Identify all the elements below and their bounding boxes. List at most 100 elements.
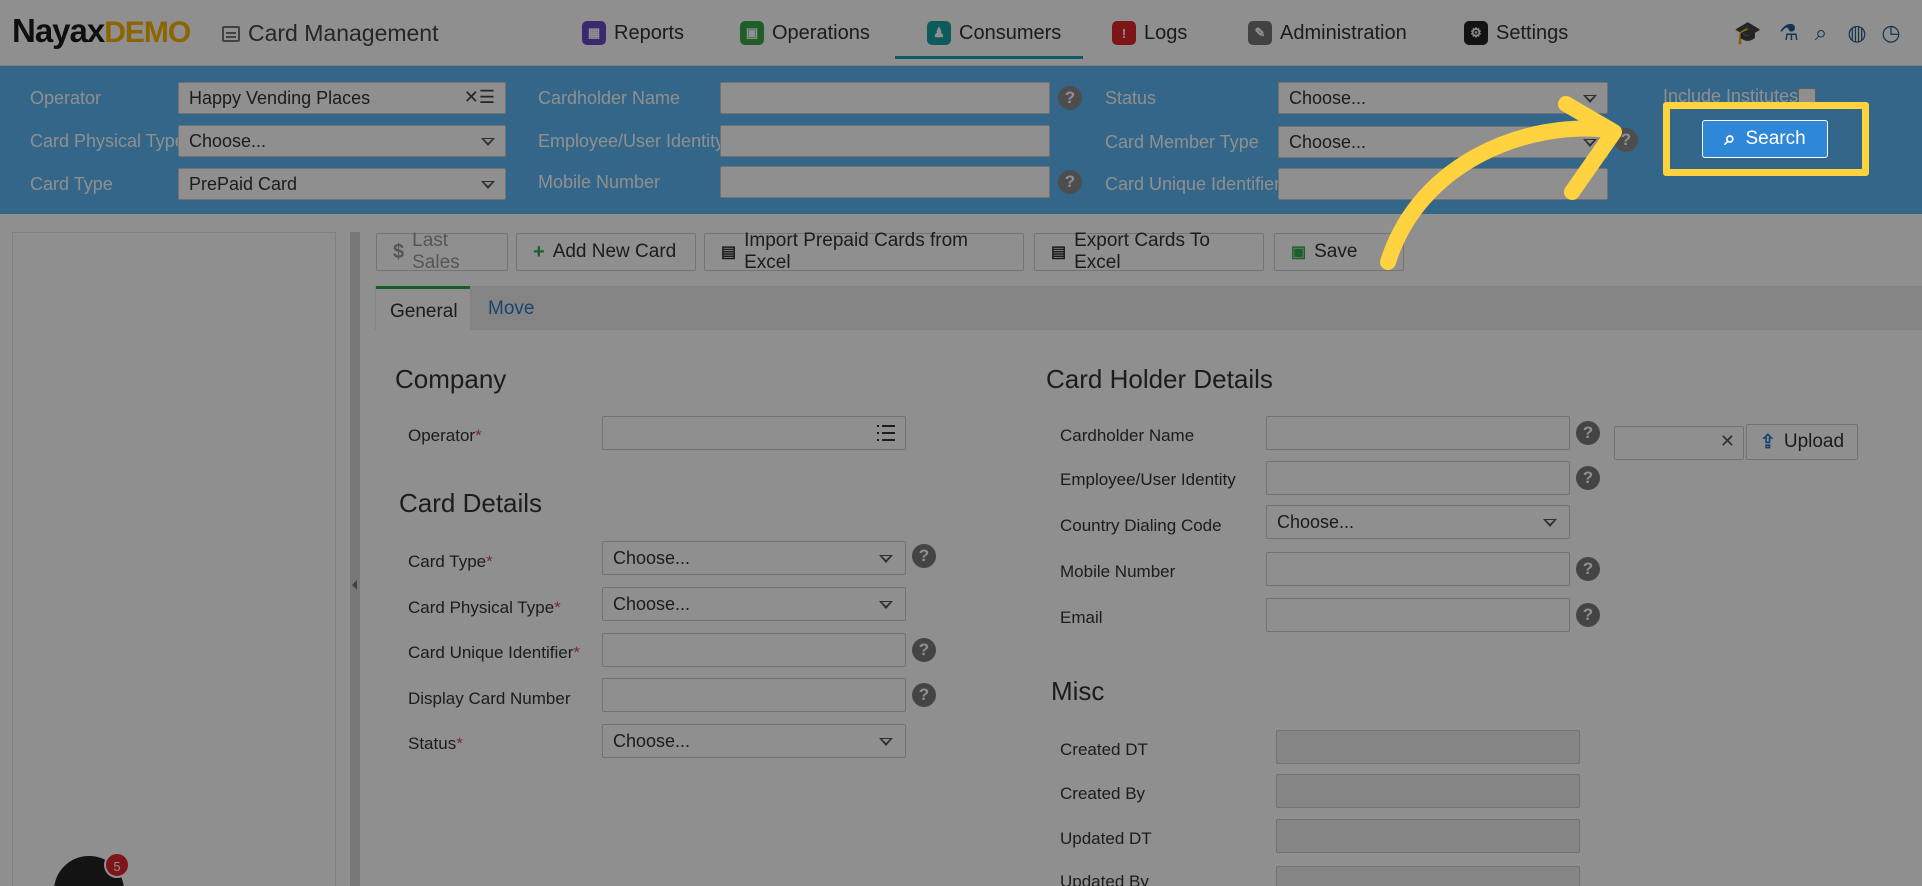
- mobile-number-input[interactable]: [1266, 552, 1570, 586]
- consumers-icon: ♟: [927, 21, 951, 45]
- filter-card-member-type-select[interactable]: Choose...: [1278, 126, 1608, 158]
- clear-icon[interactable]: ✕: [1720, 431, 1735, 452]
- help-icon[interactable]: ?: [912, 638, 936, 662]
- employee-identity-label: Employee/User Identity: [1060, 470, 1236, 489]
- filter-operator-value: Happy Vending Places: [189, 88, 371, 108]
- logs-icon: !: [1112, 21, 1136, 45]
- tabs-bar: [375, 286, 1922, 330]
- employee-identity-input[interactable]: [1266, 461, 1570, 495]
- add-new-card-button[interactable]: + Add New Card: [516, 233, 696, 271]
- globe-icon[interactable]: ◍: [1844, 20, 1870, 46]
- card-management-icon: [222, 25, 240, 42]
- help-icon[interactable]: ?: [1576, 421, 1600, 445]
- nav-logs-label: Logs: [1144, 21, 1188, 44]
- chevron-down-icon: [879, 738, 893, 746]
- flask-icon[interactable]: ⚗: [1776, 20, 1802, 46]
- tab-general[interactable]: General: [376, 286, 470, 330]
- nav-operations[interactable]: ▣ Operations: [740, 18, 870, 48]
- nav-administration[interactable]: ✎ Administration: [1248, 18, 1407, 48]
- filter-mobile-number-label: Mobile Number: [538, 172, 661, 192]
- notification-badge: 5: [104, 852, 130, 878]
- chevron-down-icon: [879, 601, 893, 609]
- company-operator-input[interactable]: [602, 416, 906, 450]
- status-label: Status*: [408, 734, 463, 753]
- card-type-select[interactable]: Choose...: [602, 541, 906, 575]
- card-physical-type-value: Choose...: [613, 594, 691, 614]
- company-operator-label: Operator*: [408, 426, 482, 445]
- top-navbar: NayaxDEMO Card Management ▦ Reports ▣ Op…: [0, 0, 1922, 66]
- created-dt-field: [1276, 730, 1580, 764]
- help-icon[interactable]: ?: [1058, 170, 1082, 194]
- filter-card-type-label: Card Type: [30, 174, 113, 194]
- cardholder-name-label: Cardholder Name: [1060, 426, 1195, 445]
- upload-button[interactable]: ⇪ Upload: [1746, 424, 1858, 460]
- nav-operations-label: Operations: [772, 21, 870, 44]
- filter-operator-input[interactable]: Happy Vending Places ✕☰: [178, 82, 506, 114]
- filter-employee-identity-input[interactable]: [720, 125, 1050, 157]
- last-sales-label: Last Sales: [412, 230, 460, 273]
- panel-splitter[interactable]: [350, 232, 360, 886]
- card-physical-type-select[interactable]: Choose...: [602, 587, 906, 621]
- help-icon[interactable]: ?: [1576, 557, 1600, 581]
- help-icon[interactable]: ?: [912, 544, 936, 568]
- nav-consumers[interactable]: ♟ Consumers: [927, 18, 1061, 48]
- filter-status-label: Status: [1105, 88, 1157, 108]
- filter-card-type-select[interactable]: PrePaid Card: [178, 168, 506, 200]
- email-input[interactable]: [1266, 598, 1570, 632]
- status-value: Choose...: [613, 731, 691, 751]
- mobile-number-label: Mobile Number: [1060, 562, 1176, 581]
- nayax-logo[interactable]: NayaxDEMO: [12, 12, 191, 50]
- last-sales-button[interactable]: $ Last Sales: [376, 230, 508, 273]
- graduation-cap-icon[interactable]: 🎓: [1728, 20, 1768, 46]
- help-icon[interactable]: ?: [912, 683, 936, 707]
- save-button[interactable]: ▣ Save: [1274, 233, 1404, 271]
- clear-list-icon[interactable]: ✕☰: [464, 87, 495, 108]
- card-type-label: Card Type*: [408, 552, 493, 571]
- upload-icon: ⇪: [1759, 431, 1776, 453]
- filter-mobile-number-input[interactable]: [720, 166, 1050, 198]
- filter-card-unique-identifier-label: Card Unique Identifier: [1105, 174, 1281, 194]
- help-icon[interactable]: ?: [1614, 128, 1638, 152]
- save-label: Save: [1314, 241, 1358, 262]
- updated-dt-field: [1276, 819, 1580, 853]
- import-prepaid-cards-button[interactable]: ▤ Import Prepaid Cards from Excel: [704, 230, 1024, 273]
- export-cards-label: Export Cards To Excel: [1074, 230, 1211, 273]
- misc-section-title: Misc: [1051, 676, 1105, 706]
- card-unique-identifier-input[interactable]: [602, 633, 906, 667]
- help-icon[interactable]: ?: [1058, 86, 1082, 110]
- photo-file-input[interactable]: ✕: [1614, 426, 1744, 460]
- search-icon[interactable]: ⌕: [1808, 20, 1834, 46]
- filter-cardholder-name-label: Cardholder Name: [538, 88, 681, 108]
- list-icon[interactable]: [877, 425, 895, 441]
- help-icon[interactable]: ?: [1576, 603, 1600, 627]
- tab-move-label: Move: [488, 298, 535, 319]
- display-card-number-input[interactable]: [602, 678, 906, 712]
- nav-reports-label: Reports: [614, 21, 685, 44]
- updated-by-field: [1276, 866, 1580, 886]
- country-dialing-code-select[interactable]: Choose...: [1266, 505, 1570, 539]
- filter-card-member-type-label: Card Member Type: [1105, 132, 1259, 152]
- operations-icon: ▣: [740, 21, 764, 45]
- filter-card-physical-type-select[interactable]: Choose...: [178, 125, 506, 157]
- plus-icon: +: [533, 240, 545, 263]
- nav-settings[interactable]: ⚙ Settings: [1464, 18, 1568, 48]
- clock-icon[interactable]: ◷: [1878, 20, 1904, 46]
- filter-card-unique-identifier-input[interactable]: [1278, 168, 1608, 200]
- excel-file-icon: ▤: [1051, 244, 1067, 261]
- help-icon[interactable]: ?: [1576, 466, 1600, 490]
- tab-general-label: General: [390, 301, 458, 322]
- filter-status-select[interactable]: Choose...: [1278, 82, 1608, 114]
- nav-logs[interactable]: ! Logs: [1112, 18, 1187, 48]
- collapse-arrow-icon[interactable]: [352, 580, 357, 590]
- updated-dt-label: Updated DT: [1060, 829, 1152, 848]
- display-card-number-label: Display Card Number: [408, 689, 571, 708]
- cardholder-name-input[interactable]: [1266, 416, 1570, 450]
- export-cards-button[interactable]: ▤ Export Cards To Excel: [1034, 230, 1264, 273]
- filter-cardholder-name-input[interactable]: [720, 82, 1050, 114]
- status-select[interactable]: Choose...: [602, 724, 906, 758]
- filter-card-physical-type-value: Choose...: [189, 131, 267, 151]
- page-title-text: Card Management: [248, 20, 439, 46]
- nav-reports[interactable]: ▦ Reports: [582, 18, 684, 48]
- tab-move[interactable]: Move: [474, 286, 548, 330]
- chevron-down-icon: [1543, 519, 1557, 527]
